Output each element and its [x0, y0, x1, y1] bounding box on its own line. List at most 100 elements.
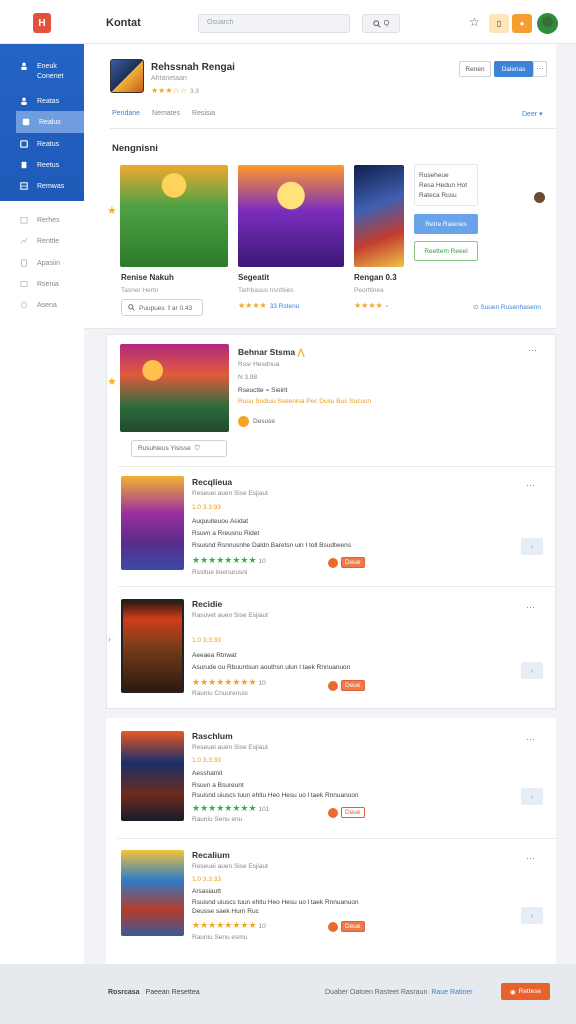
list-badge-2[interactable]: Deue	[328, 557, 365, 568]
app-logo[interactable]: H	[33, 13, 51, 33]
sidebar-item-label: Reatus	[37, 140, 60, 148]
list-title-1[interactable]: Behnar Stsma ⋀	[238, 347, 305, 358]
list-stars-5: ★★★★★★★★ 10	[192, 920, 266, 931]
chevron-left-icon[interactable]: ›	[108, 634, 111, 644]
divider	[118, 586, 556, 587]
list-author-1-name: Desuse	[253, 418, 276, 425]
tab-1[interactable]: Pendane	[112, 110, 140, 117]
list-rating-5: 1.0 3.3:33	[192, 876, 221, 883]
list-stars-4: ★★★★★★★★ 101	[192, 803, 269, 814]
featured-title-2[interactable]: Segeatit	[238, 273, 269, 282]
see-more-link[interactable]: ⊙ Suuen Rusenhasenn	[473, 303, 541, 311]
search-button[interactable]: Q	[362, 14, 400, 33]
list-title-2[interactable]: Recqlieua	[192, 477, 232, 487]
featured-meta-3: ▫	[385, 303, 388, 310]
featured-rating-3: ★★★★ ▫	[354, 301, 388, 310]
favorite-star-icon[interactable]: ☆	[469, 15, 480, 29]
footer-left-bold[interactable]: Rosrcasa	[108, 989, 140, 996]
info-primary-button[interactable]: Retre Raienes	[414, 214, 478, 234]
featured-game-thumbnail-1[interactable]	[120, 165, 228, 267]
person-icon	[21, 62, 27, 70]
featured-game-thumbnail-3[interactable]	[354, 165, 404, 267]
more-icon[interactable]: ⋯	[526, 602, 536, 613]
mini-avatar[interactable]	[534, 192, 545, 203]
sidebar-item-8[interactable]: Apasiin	[0, 252, 84, 274]
list-body1-2: Auquuiteuou Asidat	[192, 518, 249, 525]
badge-icon	[328, 680, 338, 691]
list-rating-1: N 3.98	[238, 374, 258, 381]
featured-pill-1[interactable]: Puupues ⇧ar 0.43	[121, 299, 203, 316]
notes-icon[interactable]: ▯	[489, 14, 509, 33]
list-badge-3-label: Deue	[341, 680, 365, 691]
footer-left-text[interactable]: Paeean Resettea	[146, 989, 200, 996]
featured-title-1[interactable]: Renise Nakuh	[121, 273, 174, 282]
footer-link[interactable]: Raue Ratiner	[431, 989, 472, 996]
list-badge-4[interactable]: Deue	[328, 807, 365, 818]
tab-2[interactable]: Nemates	[152, 110, 180, 117]
list-title-4[interactable]: Raschlum	[192, 731, 233, 741]
sidebar-item-3[interactable]: Reatus	[0, 133, 84, 155]
list-thumbnail-5[interactable]	[121, 850, 184, 936]
list-title-5[interactable]: Recalium	[192, 850, 230, 860]
sidebar-item-6[interactable]: Rerhes	[0, 209, 84, 231]
sidebar-item-4[interactable]: Reetus	[0, 154, 84, 176]
footer-button[interactable]: ◉ Rettese	[501, 983, 550, 1000]
list-body1-5: Arsasiautt	[192, 888, 221, 895]
list-thumbnail-3[interactable]	[121, 599, 184, 693]
sidebar-item-10[interactable]: Asena	[0, 294, 84, 316]
list-thumbnail-1[interactable]	[120, 344, 229, 432]
crown-icon: ⋀	[297, 347, 305, 357]
primary-button[interactable]: Dalenas	[494, 61, 533, 77]
sidebar-item-5[interactable]: Remwas	[0, 175, 84, 197]
info-secondary-button[interactable]: Reettem Reeel	[414, 241, 478, 261]
secondary-button[interactable]: Renen	[459, 61, 491, 77]
list-thumbnail-4[interactable]	[121, 731, 184, 821]
sidebar-item-label: Rerhes	[37, 216, 60, 224]
list-sub-5: Reseuei auen Sise Esjiaut	[192, 863, 268, 870]
search-input[interactable]: Osuarch	[198, 14, 350, 33]
list-thumbnail-2[interactable]	[121, 476, 184, 570]
featured-game-thumbnail-2[interactable]	[238, 165, 344, 267]
more-icon[interactable]: ⋯	[526, 734, 536, 745]
sidebar-item-label: Reetus	[37, 161, 60, 169]
list-foot-4: Rauniu Senu enu	[192, 816, 243, 823]
shield-icon: ⛉	[194, 444, 200, 452]
list-body3-4: Rsuisnd uiuscs tuun ehitu Heo Hesu uo l …	[192, 792, 359, 799]
calendar-icon	[20, 217, 28, 224]
tab-bar: Pendane Nemates Resisia	[112, 110, 215, 117]
featured-title-3[interactable]: Rengan 0.3	[354, 273, 397, 282]
list-badge-4-label: Deue	[341, 807, 365, 818]
section-title: Nengnisni	[112, 143, 158, 154]
featured-sub-1: Tasner Hertn	[121, 287, 159, 294]
sidebar-item-7[interactable]: Renttle	[0, 230, 84, 252]
user-avatar[interactable]	[537, 13, 558, 34]
profile-subtitle: Ahtanetaan	[151, 75, 187, 82]
list-stars-3-count: 10	[258, 680, 266, 687]
sidebar-item-2[interactable]: Realus	[16, 111, 84, 133]
list-stars-2-count: 10	[258, 558, 266, 565]
chart-icon	[20, 237, 28, 244]
list-badge-5[interactable]: Deue	[328, 921, 365, 932]
badge-icon	[328, 921, 338, 932]
next-arrow-button[interactable]: ›	[521, 662, 543, 679]
list-title-3[interactable]: Recidie	[192, 599, 222, 609]
sidebar-item-9[interactable]: Rsenia	[0, 273, 84, 295]
more-icon[interactable]: ⋯	[526, 853, 536, 864]
more-options-button[interactable]: ⋯	[533, 61, 547, 77]
next-arrow-button[interactable]: ›	[521, 538, 543, 555]
list-stars-3: ★★★★★★★★ 10	[192, 677, 266, 688]
list-foot-5: Rauniu Senu esmu	[192, 934, 248, 941]
list-pill-1[interactable]: Rusuhieus Yisisse ⛉	[131, 440, 227, 457]
sort-dropdown[interactable]: Deer ▾	[522, 110, 543, 118]
search-icon	[128, 304, 135, 311]
more-icon[interactable]: ⋯	[526, 480, 536, 491]
more-icon[interactable]: ⋯	[528, 345, 538, 356]
sidebar-item-1[interactable]: Reatas	[0, 90, 84, 112]
notifications-icon[interactable]: ●	[512, 14, 532, 33]
next-arrow-button[interactable]: ›	[521, 907, 543, 924]
next-arrow-button[interactable]: ›	[521, 788, 543, 805]
tab-3[interactable]: Resisia	[192, 110, 215, 117]
list-badge-3[interactable]: Deue	[328, 680, 365, 691]
sidebar-item-account[interactable]: Eneuk Conenet	[0, 58, 84, 90]
list-body1-3: Aeeaea Rtnwat	[192, 652, 237, 659]
